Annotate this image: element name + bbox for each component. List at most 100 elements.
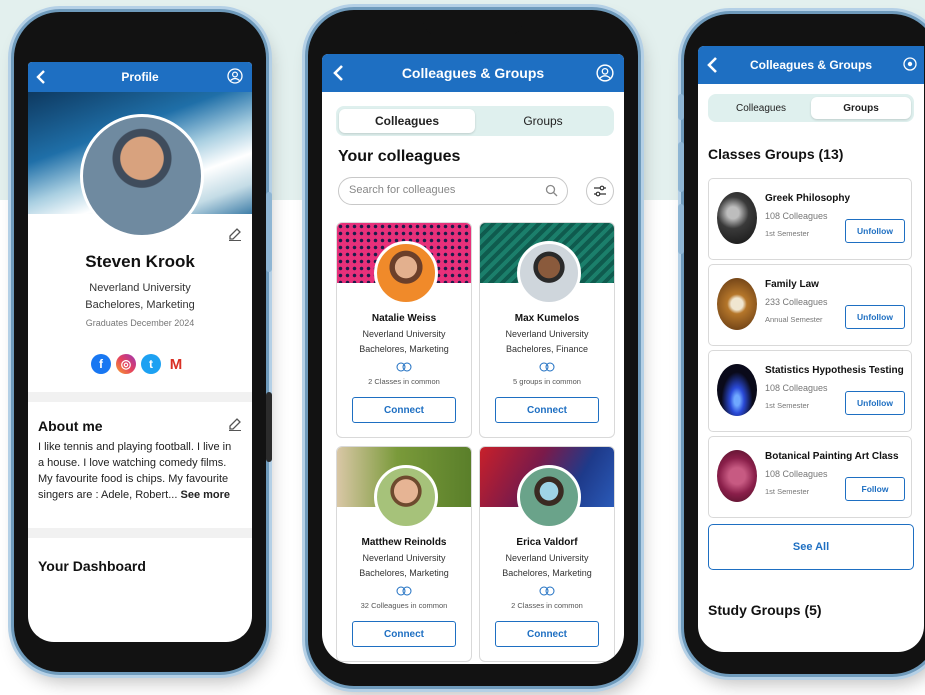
phone-side-button [266, 392, 272, 462]
search-input[interactable]: Search for colleagues [338, 177, 568, 205]
follow-button[interactable]: Follow [845, 477, 905, 501]
page-title: Colleagues & Groups [401, 65, 545, 81]
colleague-card: Erica Valdorf Neverland University Bache… [479, 446, 615, 662]
about-text: I like tennis and playing football. I li… [38, 439, 238, 503]
tab-groups[interactable]: Groups [475, 109, 611, 133]
group-image [717, 450, 757, 502]
group-count: 108 Colleagues [765, 211, 828, 221]
phone-side-button [678, 142, 684, 192]
instagram-icon[interactable]: ◎ [116, 354, 136, 374]
classes-groups-title: Classes Groups (13) [708, 146, 844, 162]
twitter-icon[interactable]: t [141, 354, 161, 374]
colleague-card: Matthew Reinolds Neverland University Ba… [336, 446, 472, 662]
user-account-icon[interactable] [596, 64, 614, 82]
group-count: 108 Colleagues [765, 469, 828, 479]
common-rings-icon [396, 586, 412, 596]
segmented-control: Colleagues Groups [708, 94, 914, 122]
see-more-link[interactable]: See more [180, 489, 230, 501]
connect-button[interactable]: Connect [352, 397, 456, 423]
profile-app-bar: Profile [28, 62, 252, 92]
search-icon[interactable] [545, 184, 558, 197]
facebook-icon[interactable]: f [91, 354, 111, 374]
filter-button[interactable] [586, 177, 614, 205]
group-semester: Annual Semester [765, 315, 823, 324]
group-image [717, 364, 757, 416]
group-name: Statistics Hypothesis Testing [765, 365, 904, 376]
colleague-university: Neverland University [362, 329, 446, 339]
group-image [717, 278, 757, 330]
common-count: 2 Classes in common [511, 601, 583, 610]
unfollow-button[interactable]: Unfollow [845, 219, 905, 243]
colleague-card: Natalie Weiss Neverland University Bache… [336, 222, 472, 438]
profile-university: Neverland University [89, 282, 191, 294]
colleague-avatar [517, 241, 581, 305]
about-title: About me [38, 418, 103, 434]
groups-app-bar: Colleagues & Groups [698, 46, 924, 84]
group-semester: 1st Semester [765, 487, 810, 496]
phone-profile: Profile Steven Krook Neverland Universit… [14, 12, 272, 672]
tab-colleagues[interactable]: Colleagues [711, 97, 811, 119]
section-heading: Your colleagues [338, 148, 461, 165]
profile-screen: Profile Steven Krook Neverland Universit… [28, 62, 252, 642]
colleague-university: Neverland University [362, 553, 446, 563]
group-semester: 1st Semester [765, 401, 810, 410]
common-rings-icon [539, 586, 555, 596]
common-count: 2 Classes in common [368, 377, 440, 386]
common-count: 32 Colleagues in common [360, 601, 448, 610]
colleague-degree: Bachelores, Marketing [359, 568, 449, 578]
gmail-icon[interactable]: M [166, 354, 186, 374]
unfollow-button[interactable]: Unfollow [845, 391, 905, 415]
edit-pencil-icon[interactable] [227, 416, 243, 432]
phone-side-button [678, 94, 684, 120]
colleague-university: Neverland University [505, 329, 589, 339]
colleague-avatar [374, 241, 438, 305]
group-image [717, 192, 757, 244]
search-placeholder: Search for colleagues [349, 184, 456, 196]
page-title: Colleagues & Groups [749, 58, 873, 72]
dashboard-title: Your Dashboard [38, 558, 146, 574]
phone-colleagues: Colleagues & Groups Colleagues Groups Yo… [308, 10, 638, 686]
group-card: Botanical Painting Art Class 108 Colleag… [708, 436, 912, 518]
tab-colleagues[interactable]: Colleagues [339, 109, 475, 133]
colleague-avatar [517, 465, 581, 529]
page-title: Profile [121, 70, 159, 84]
user-settings-icon[interactable] [902, 56, 918, 72]
colleague-name: Natalie Weiss [371, 313, 437, 324]
user-account-icon[interactable] [227, 68, 243, 84]
profile-degree: Bachelores, Marketing [85, 299, 195, 311]
colleague-degree: Bachelores, Marketing [359, 344, 449, 354]
connect-button[interactable]: Connect [495, 397, 599, 423]
edit-pencil-icon[interactable] [227, 226, 243, 242]
connect-button[interactable]: Connect [495, 621, 599, 647]
common-rings-icon [396, 362, 412, 372]
phone-side-button [678, 204, 684, 254]
colleague-name: Matthew Reinolds [361, 537, 447, 548]
group-card: Family Law 233 Colleagues Annual Semeste… [708, 264, 912, 346]
unfollow-button[interactable]: Unfollow [845, 305, 905, 329]
phone-groups: Colleagues & Groups Colleagues Groups Cl… [678, 14, 925, 674]
group-count: 108 Colleagues [765, 383, 828, 393]
group-card: Statistics Hypothesis Testing 108 Collea… [708, 350, 912, 432]
group-name: Family Law [765, 279, 819, 290]
sliders-icon [594, 185, 606, 197]
group-name: Botanical Painting Art Class [765, 451, 899, 462]
study-groups-title: Study Groups (5) [708, 602, 822, 618]
groups-screen: Colleagues & Groups Colleagues Groups Cl… [698, 46, 924, 652]
colleague-card: Max Kumelos Neverland University Bachelo… [479, 222, 615, 438]
common-rings-icon [539, 362, 555, 372]
profile-name: Steven Krook [85, 252, 195, 271]
colleague-degree: Bachelores, Finance [505, 344, 589, 354]
connect-button[interactable]: Connect [352, 621, 456, 647]
colleagues-screen: Colleagues & Groups Colleagues Groups Yo… [322, 54, 624, 664]
group-name: Greek Philosophy [765, 193, 851, 204]
colleague-avatar [374, 465, 438, 529]
tab-groups[interactable]: Groups [811, 97, 911, 119]
see-all-button[interactable]: See All [708, 524, 914, 570]
profile-avatar [80, 114, 204, 238]
group-count: 233 Colleagues [765, 297, 828, 307]
group-semester: 1st Semester [765, 229, 810, 238]
colleague-degree: Bachelores, Marketing [502, 568, 592, 578]
colleague-name: Max Kumelos [514, 313, 580, 324]
divider [28, 392, 252, 402]
colleagues-app-bar: Colleagues & Groups [322, 54, 624, 92]
